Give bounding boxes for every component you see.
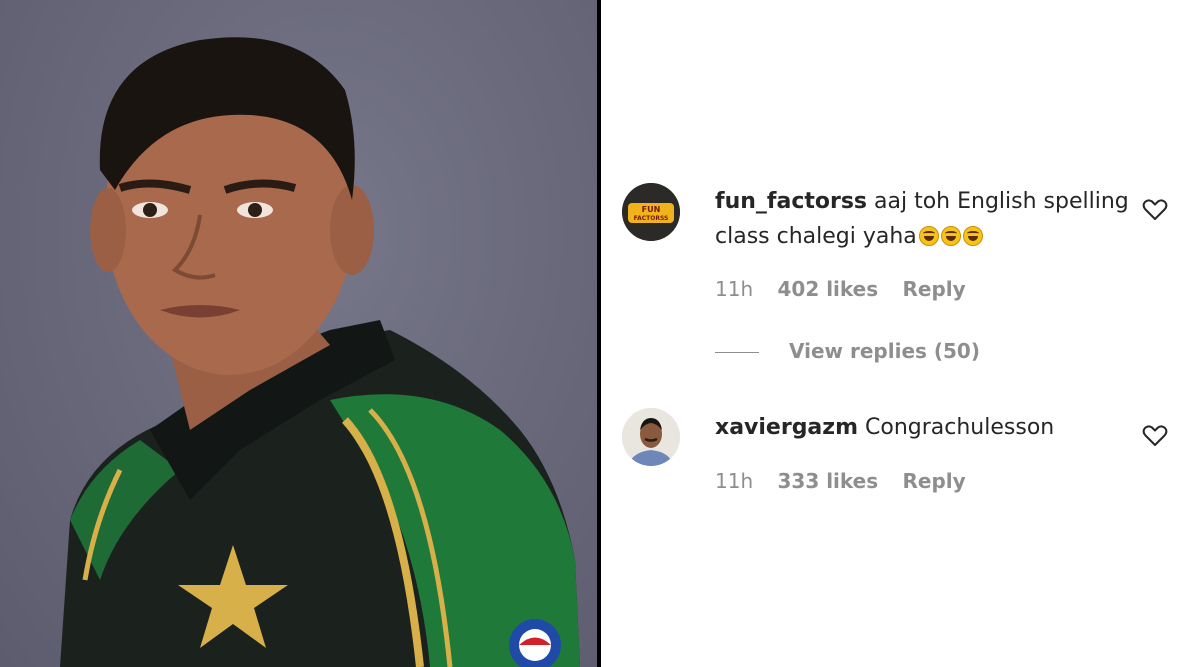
comment-likes[interactable]: 333 likes <box>777 469 878 493</box>
comment-meta: 11h 402 likes Reply <box>715 277 984 301</box>
player-portrait <box>60 37 580 667</box>
avatar[interactable] <box>622 408 680 466</box>
laughing-emoji-icon <box>940 226 961 246</box>
comments-panel: FUN FACTORSS fun_factorss aaj toh Englis… <box>601 0 1200 667</box>
post-photo <box>0 0 597 667</box>
comment-text: fun_factorss aaj toh English spelling cl… <box>715 184 1135 254</box>
avatar[interactable]: FUN FACTORSS <box>622 183 680 241</box>
replies-divider-line <box>715 352 759 353</box>
xaviergazm-avatar-photo <box>622 408 680 466</box>
view-replies-button[interactable]: View replies (50) <box>715 339 980 363</box>
comment-username[interactable]: xaviergazm <box>715 415 858 440</box>
view-replies-label: View replies (50) <box>789 339 980 363</box>
comment-time: 11h <box>715 469 754 493</box>
reply-button[interactable]: Reply <box>903 277 966 301</box>
comment-text: xaviergazm Congrachulesson <box>715 410 1135 445</box>
reply-button[interactable]: Reply <box>903 469 966 493</box>
svg-text:FUN: FUN <box>642 205 661 214</box>
comment-username[interactable]: fun_factorss <box>715 189 867 214</box>
comment-meta: 11h 333 likes Reply <box>715 469 984 493</box>
heart-icon[interactable] <box>1142 198 1168 222</box>
fun-factorss-logo: FUN FACTORSS <box>622 183 680 241</box>
comment-likes[interactable]: 402 likes <box>777 277 878 301</box>
comment-message: Congrachulesson <box>865 415 1055 440</box>
laughing-emoji-icon <box>918 226 939 246</box>
comment-time: 11h <box>715 277 754 301</box>
laughing-emoji-icon <box>962 226 983 246</box>
heart-icon[interactable] <box>1142 424 1168 448</box>
svg-text:FACTORSS: FACTORSS <box>634 215 669 222</box>
